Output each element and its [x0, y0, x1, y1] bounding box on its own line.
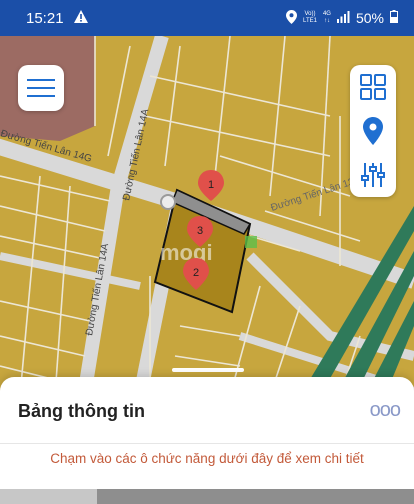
- info-panel: Bảng thông tin ooo Chạm vào các ô chức n…: [0, 377, 414, 504]
- panel-hint: Chạm vào các ô chức năng dưới đây để xem…: [50, 451, 364, 466]
- clock: 15:21: [26, 9, 64, 27]
- network-type: Vo)) LTE1: [303, 11, 317, 24]
- function-tabs: [0, 489, 414, 504]
- signal-icon: [336, 10, 350, 26]
- divider: [0, 443, 414, 444]
- menu-icon: [27, 79, 55, 81]
- sheet-drag-handle[interactable]: [172, 368, 244, 372]
- more-options-button[interactable]: ooo: [370, 399, 401, 422]
- location-pin-icon: [363, 117, 383, 145]
- battery-level: 50%: [355, 10, 384, 26]
- my-location-button[interactable]: [350, 111, 396, 151]
- status-bar: 15:21 Vo)) LTE1 4G ↑↓ 50%: [0, 0, 414, 36]
- panel-title: Bảng thông tin: [18, 401, 145, 421]
- filter-button[interactable]: [350, 155, 396, 195]
- location-status-icon: [286, 9, 298, 27]
- warning-icon: [73, 9, 88, 27]
- data-generation: 4G ↑↓: [322, 11, 331, 24]
- map-tools: [350, 65, 396, 197]
- function-tab[interactable]: [97, 489, 414, 504]
- sliders-icon: [361, 163, 385, 187]
- menu-button[interactable]: [18, 65, 64, 111]
- svg-text:1: 1: [208, 179, 214, 191]
- function-tab[interactable]: [0, 489, 97, 504]
- grid-button[interactable]: [350, 67, 396, 107]
- svg-text:2: 2: [193, 267, 199, 279]
- grid-icon: [360, 74, 386, 100]
- battery-icon: [390, 10, 398, 26]
- svg-text:3: 3: [197, 225, 203, 237]
